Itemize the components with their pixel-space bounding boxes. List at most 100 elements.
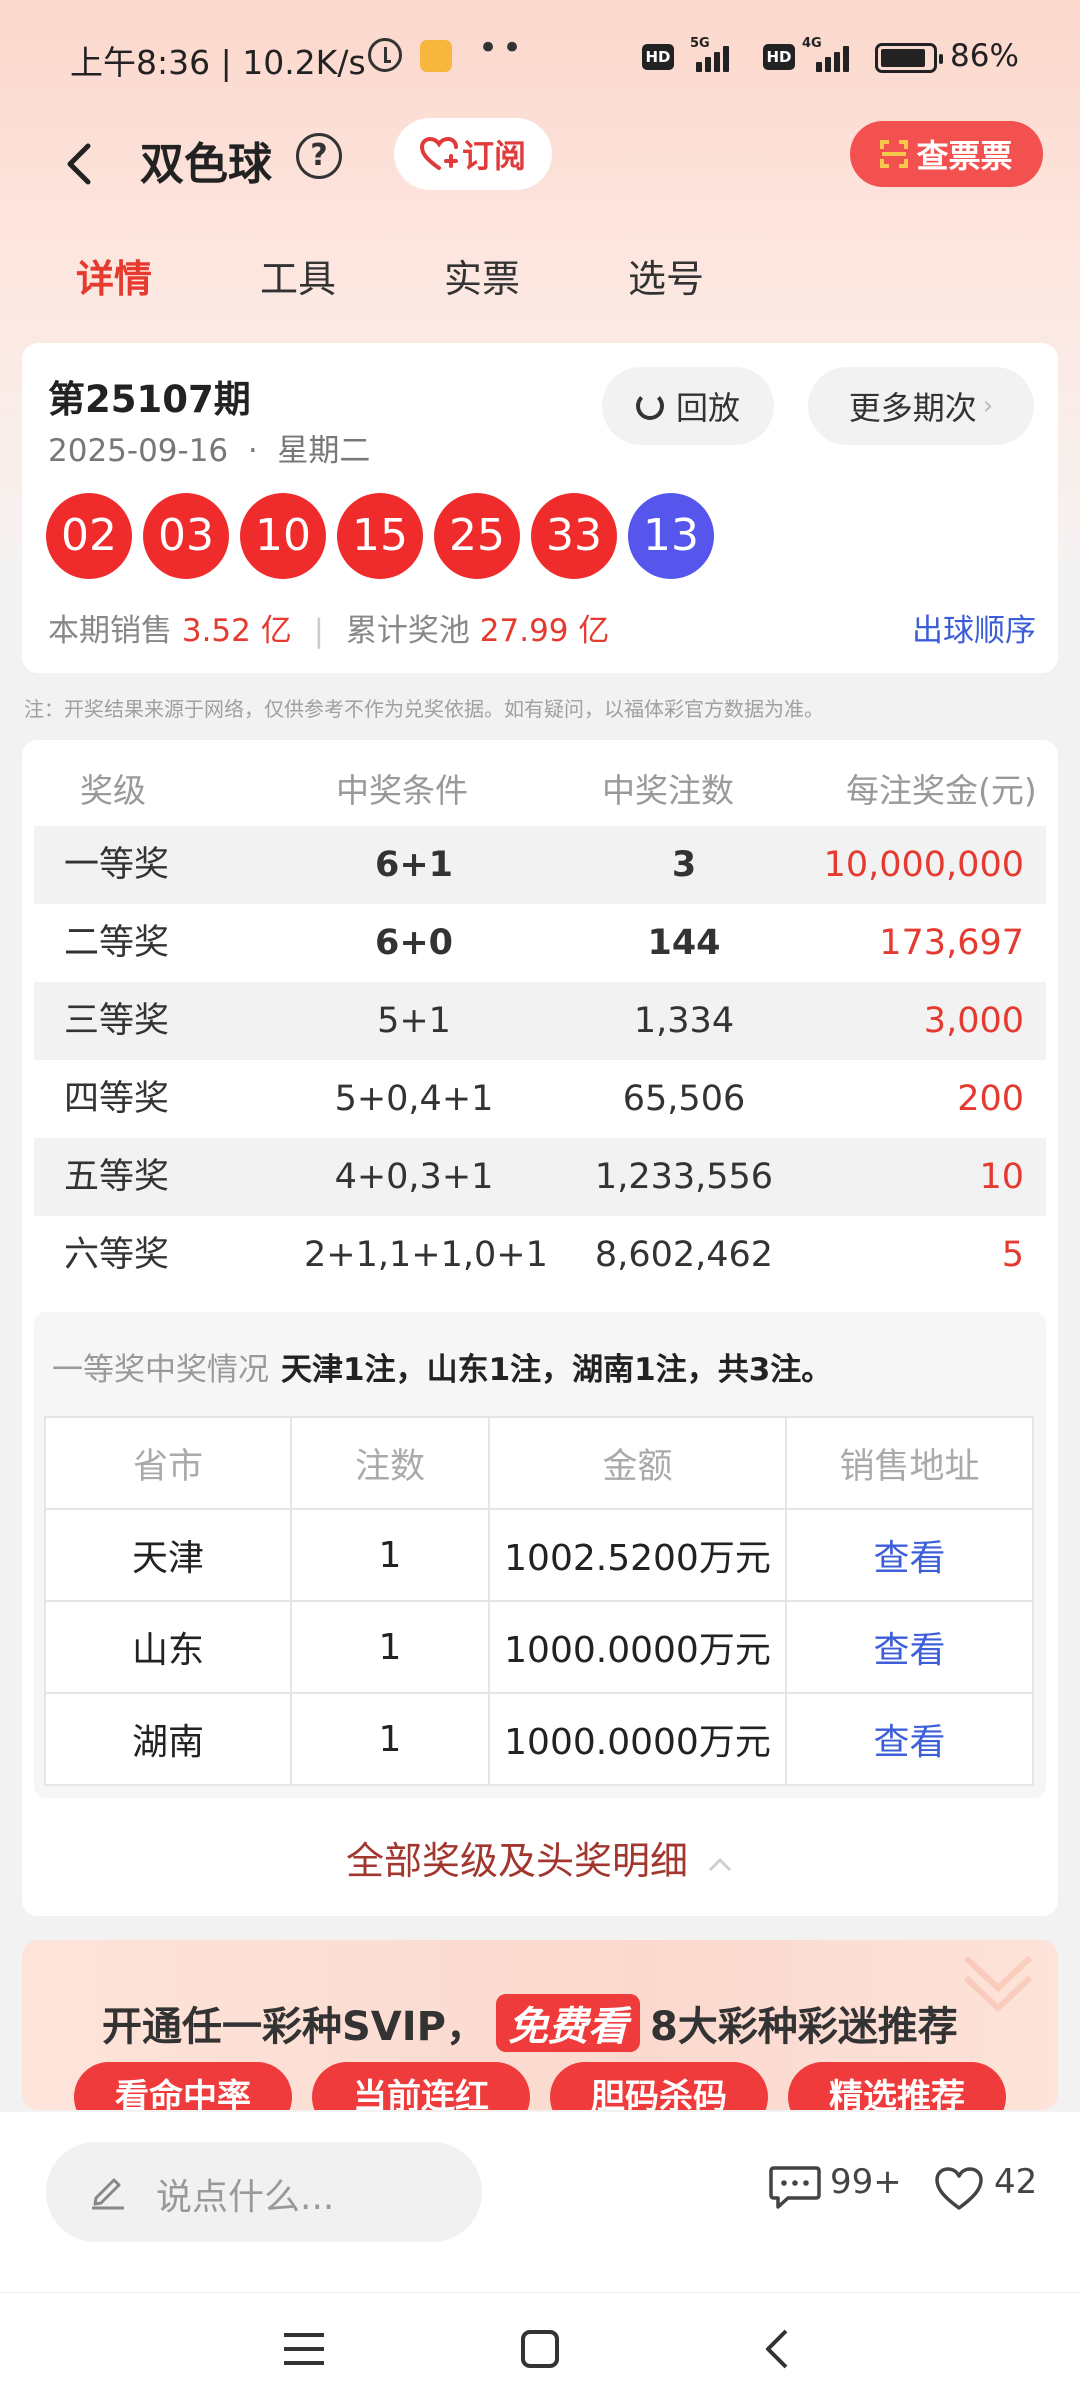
all-prize-label: 全部奖级及头奖明细	[345, 1839, 688, 1883]
prize-amount: 5	[1001, 1235, 1024, 1275]
chevron-up-icon	[708, 1857, 732, 1871]
promo-pill[interactable]: 胆码杀码	[550, 2062, 768, 2110]
win-count: 1	[290, 1692, 490, 1786]
all-prize-details-link[interactable]: 全部奖级及头奖明细	[22, 1830, 1058, 1885]
table-row: 天津 1 1002.5200万元 查看	[44, 1508, 1034, 1602]
prize-level: 五等奖	[64, 1157, 170, 1197]
summary-label: 一等奖中奖情况	[52, 1352, 269, 1388]
prize-condition: 5+0,4+1	[334, 1079, 494, 1119]
replay-icon	[635, 392, 664, 420]
replay-label: 回放	[675, 389, 740, 427]
divider: |	[313, 613, 325, 649]
back-arrow-icon[interactable]	[52, 134, 112, 194]
col-count: 注数	[290, 1416, 490, 1510]
header-amount: 每注奖金(元)	[846, 771, 1037, 810]
more-issues-button[interactable]: 更多期次 ›	[808, 367, 1034, 445]
red-ball: 10	[240, 493, 326, 579]
prize-count: 8,602,462	[594, 1235, 774, 1275]
promo-text-b: 8大彩种彩迷推荐	[649, 2004, 958, 2050]
tab-details[interactable]: 详情	[76, 248, 152, 303]
disclaimer-note: 注：开奖结果来源于网络，仅供参考不作为兑奖依据。如有疑问，以福体彩官方数据为准。	[24, 697, 824, 721]
check-ticket-label: 查票票	[916, 137, 1013, 175]
nav-back-icon[interactable]	[762, 2327, 792, 2371]
first-prize-summary: 一等奖中奖情况 天津1注，山东1注，湖南1注，共3注。	[52, 1344, 832, 1389]
promo-text: 开通任一彩种SVIP， 免费看 8大彩种彩迷推荐	[102, 1994, 958, 2052]
header-count: 中奖注数	[602, 771, 734, 810]
prize-amount: 200	[957, 1079, 1024, 1119]
table-row: 山东 1 1000.0000万元 查看	[44, 1600, 1034, 1694]
province: 湖南	[44, 1692, 292, 1786]
promo-pill[interactable]: 当前连红	[312, 2062, 530, 2110]
prize-amount: 3,000	[923, 1001, 1024, 1041]
win-amount: 1000.0000万元	[488, 1600, 787, 1694]
svip-promo-banner[interactable]: 开通任一彩种SVIP， 免费看 8大彩种彩迷推荐 看命中率 当前连红 胆码杀码 精选…	[22, 1940, 1058, 2110]
page-title: 双色球	[140, 139, 272, 190]
alarm-icon	[368, 38, 402, 72]
prize-level: 三等奖	[64, 1001, 170, 1041]
promo-pill[interactable]: 看命中率	[74, 2062, 292, 2110]
more-issues-label: 更多期次	[848, 389, 977, 427]
draw-date: 2025-09-16 · 星期二	[48, 433, 371, 469]
view-address-link[interactable]: 查看	[785, 1692, 1034, 1786]
battery-icon	[875, 43, 943, 73]
first-prize-table: 省市 注数 金额 销售地址 天津 1 1002.5200万元 查看 山东 1 1…	[44, 1416, 1034, 1786]
tab-real-tickets[interactable]: 实票	[444, 248, 520, 303]
prize-row: 三等奖 5+1 1,334 3,000	[34, 982, 1046, 1060]
heart-plus-icon	[419, 137, 458, 170]
help-icon[interactable]: ?	[296, 133, 342, 179]
province: 天津	[44, 1508, 292, 1602]
prize-card: 奖级 中奖条件 中奖注数 每注奖金(元) 一等奖 6+1 3 10,000,00…	[22, 740, 1058, 1916]
red-ball: 03	[143, 493, 229, 579]
win-count: 1	[290, 1508, 490, 1602]
prize-amount: 10	[979, 1157, 1024, 1197]
comment-icon[interactable]	[768, 2164, 822, 2212]
ball-order-link[interactable]: 出球顺序	[912, 605, 1036, 650]
prize-condition: 6+1	[374, 845, 454, 885]
win-amount: 1000.0000万元	[488, 1692, 787, 1786]
prize-level: 四等奖	[64, 1079, 170, 1119]
hd-badge-2: HD	[763, 44, 795, 70]
tab-pick-numbers[interactable]: 选号	[628, 248, 704, 303]
table-header-row: 省市 注数 金额 销售地址	[44, 1416, 1034, 1510]
tab-tools[interactable]: 工具	[260, 248, 336, 303]
promo-pill[interactable]: 精选推荐	[788, 2062, 1006, 2110]
signal-icon	[690, 42, 734, 72]
prize-row: 二等奖 6+0 144 173,697	[34, 904, 1046, 982]
blue-ball: 13	[628, 493, 714, 579]
prize-count: 65,506	[622, 1079, 746, 1119]
replay-button[interactable]: 回放	[602, 367, 774, 445]
comment-input[interactable]: 说点什么...	[46, 2142, 482, 2242]
sales-info: 本期销售 3.52 亿 | 累计奖池 27.99 亿	[48, 605, 609, 650]
check-ticket-button[interactable]: 查票票	[850, 121, 1043, 187]
first-prize-details: 一等奖中奖情况 天津1注，山东1注，湖南1注，共3注。 省市 注数 金额 销售地址…	[34, 1312, 1046, 1798]
col-province: 省市	[44, 1416, 292, 1510]
home-icon[interactable]	[520, 2329, 560, 2369]
hd-badge: HD	[642, 44, 674, 70]
prize-row: 五等奖 4+0,3+1 1,233,556 10	[34, 1138, 1046, 1216]
prize-row: 六等奖 2+1,1+1,0+1 8,602,462 5	[34, 1216, 1046, 1294]
free-badge: 免费看	[495, 1994, 640, 2052]
prize-count: 144	[647, 923, 721, 963]
bottom-action-bar: 说点什么... 99+ 42	[0, 2112, 1080, 2400]
view-address-link[interactable]: 查看	[785, 1508, 1034, 1602]
col-amount: 金额	[488, 1416, 787, 1510]
system-nav-bar	[0, 2292, 1080, 2400]
draw-result-card: 第25107期 2025-09-16 · 星期二 回放 更多期次 › 02 03…	[22, 343, 1058, 673]
like-heart-icon[interactable]	[934, 2166, 984, 2212]
pool-value: 27.99 亿	[479, 613, 610, 649]
red-ball: 02	[46, 493, 132, 579]
decorative-chevron-icon	[963, 1955, 1033, 2013]
pencil-icon	[92, 2178, 124, 2210]
view-address-link[interactable]: 查看	[785, 1600, 1034, 1694]
summary-text: 天津1注，山东1注，湖南1注，共3注。	[281, 1352, 833, 1388]
prize-level: 六等奖	[64, 1235, 170, 1275]
prize-condition: 6+0	[374, 923, 454, 963]
more-notifications-icon: ••	[478, 28, 527, 68]
col-address: 销售地址	[785, 1416, 1034, 1510]
signal-icon-2	[810, 42, 854, 72]
subscribe-label: 订阅	[461, 137, 526, 175]
menu-icon[interactable]	[282, 2329, 326, 2369]
header-level: 奖级	[80, 771, 146, 810]
subscribe-button[interactable]: 订阅	[394, 118, 552, 190]
notification-app-icon	[420, 40, 452, 72]
